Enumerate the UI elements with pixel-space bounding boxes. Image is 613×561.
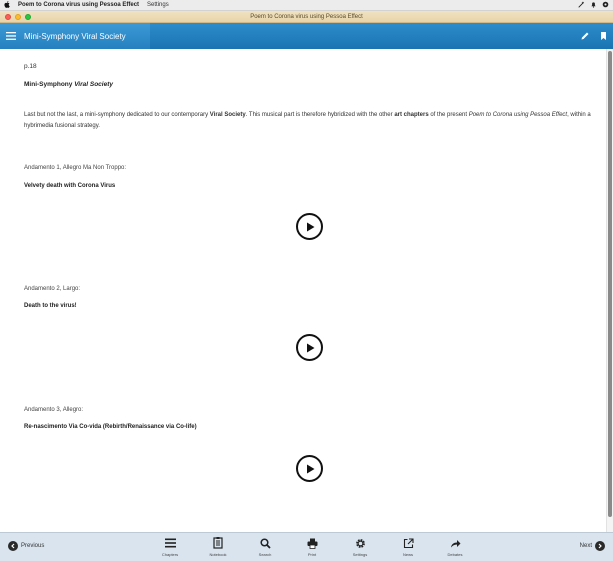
header-actions <box>580 23 607 49</box>
settings-menu[interactable]: Settings <box>147 2 169 8</box>
window-title-bar: Poem to Corona virus using Pessoa Effect <box>0 11 613 23</box>
gear-icon <box>353 536 367 550</box>
tool-settings-label: Settings <box>352 552 368 557</box>
next-button[interactable]: Next <box>580 541 605 551</box>
heading-text: Mini-Symphony <box>24 81 75 88</box>
intro-bold-1: Viral Society <box>209 112 246 118</box>
intro-bold-2: art chapters <box>394 112 429 118</box>
intro-text-2: . This musical part is therefore hybridi… <box>245 112 395 118</box>
previous-button[interactable]: Previous <box>8 541 44 551</box>
bookmark-icon <box>601 32 606 40</box>
tool-news[interactable]: News <box>393 536 423 557</box>
notebook-icon <box>211 536 225 550</box>
search-icon <box>258 536 272 550</box>
play-icon <box>306 343 314 352</box>
page-number: p.18 <box>24 63 37 70</box>
movement-3-play-button[interactable] <box>296 455 323 482</box>
window-title: Poem to Corona virus using Pessoa Effect <box>250 13 363 20</box>
intro-text-3: of the present <box>428 112 469 118</box>
extension-icon[interactable] <box>602 1 609 10</box>
chevron-right-icon <box>595 541 605 551</box>
vertical-scrollbar[interactable] <box>606 49 613 532</box>
movement-1-title: Velvety death with Corona Virus <box>24 183 116 189</box>
tool-notebook-label: Notebook <box>209 552 227 557</box>
hamburger-menu-button[interactable] <box>0 32 22 40</box>
play-icon <box>306 222 314 231</box>
tool-print[interactable]: Print <box>297 536 327 557</box>
movement-2-title: Death to the virus! <box>24 303 77 309</box>
section-heading: Mini-Symphony Viral Society <box>24 81 606 88</box>
chevron-left-icon <box>8 541 18 551</box>
intro-italic-1: Poem to Corona using Pessoa Effect <box>468 112 568 118</box>
play-icon <box>306 464 314 473</box>
tool-print-label: Print <box>307 552 317 557</box>
share-arrow-icon <box>448 536 462 550</box>
tool-notebook[interactable]: Notebook <box>203 536 233 557</box>
app-menu-name[interactable]: Poem to Corona virus using Pessoa Effect <box>18 2 139 8</box>
status-icons <box>578 1 609 10</box>
app-header: Mini-Symphony Viral Society <box>0 23 613 49</box>
movement-1-label: Andamento 1, Allegro Ma Non Troppo: <box>24 165 127 171</box>
heading-italic-text: Viral Society <box>74 81 113 88</box>
edit-button[interactable] <box>580 31 590 41</box>
movement-1-play-button[interactable] <box>296 213 323 240</box>
pencil-icon <box>581 32 589 40</box>
movement-3-title: Re-nascimento Via Co-vida (Rebirth/Renai… <box>24 424 197 430</box>
tool-debates-label: Debates <box>447 552 463 557</box>
hamburger-icon <box>6 32 16 40</box>
previous-label: Previous <box>21 543 45 549</box>
bell-icon[interactable] <box>590 1 597 10</box>
scrollbar-thumb[interactable] <box>608 51 612 517</box>
bottom-toolbar: Previous Chapters Notebook Search Print … <box>0 532 613 561</box>
tool-news-label: News <box>402 552 413 557</box>
list-icon <box>163 536 177 550</box>
print-icon <box>305 536 319 550</box>
movement-2-play-button[interactable] <box>296 334 323 361</box>
tool-search[interactable]: Search <box>250 536 280 557</box>
next-label: Next <box>579 543 592 549</box>
tool-search-label: Search <box>258 552 272 557</box>
tool-debates[interactable]: Debates <box>440 536 470 557</box>
movement-3-label: Andamento 3, Allegro: <box>24 407 84 413</box>
tool-chapters-label: Chapters <box>161 552 179 557</box>
intro-paragraph: Last but not the last, a mini-symphony d… <box>24 110 594 132</box>
intro-text-1: Last but not the last, a mini-symphony d… <box>24 112 210 118</box>
tool-settings[interactable]: Settings <box>345 536 375 557</box>
tool-chapters[interactable]: Chapters <box>155 536 185 557</box>
movement-2-label: Andamento 2, Largo: <box>24 286 81 292</box>
page-title: Mini-Symphony Viral Society <box>24 31 126 41</box>
wand-icon[interactable] <box>578 1 585 10</box>
bookmark-button[interactable] <box>600 31 607 41</box>
apple-icon[interactable] <box>0 0 14 10</box>
system-menu-bar: Poem to Corona virus using Pessoa Effect… <box>0 0 613 11</box>
external-link-icon <box>401 536 415 550</box>
